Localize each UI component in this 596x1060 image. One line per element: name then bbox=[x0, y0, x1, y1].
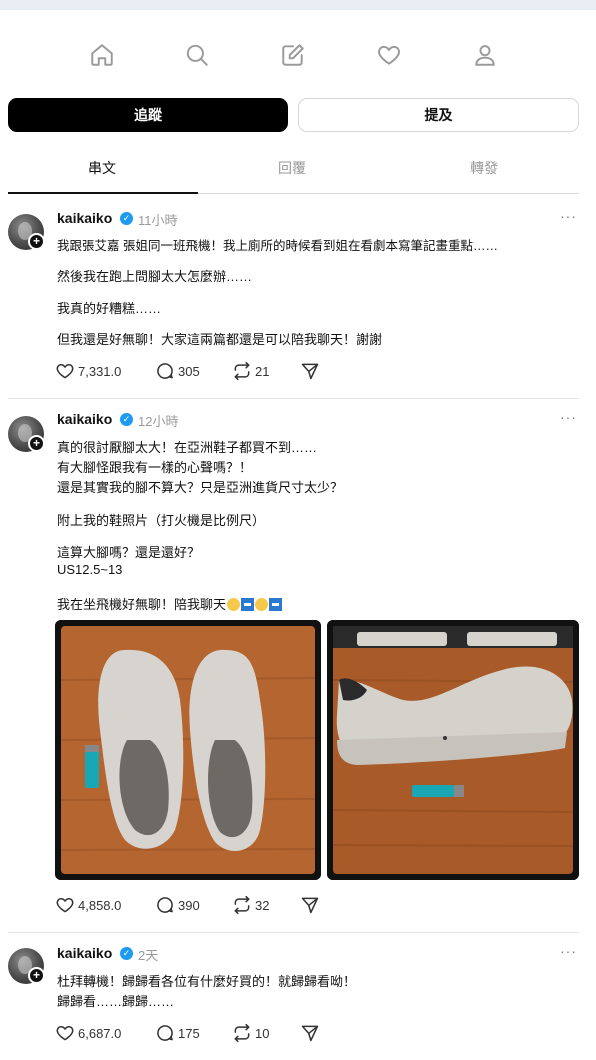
post-photo-shoe-side[interactable] bbox=[327, 620, 579, 880]
repost-icon bbox=[234, 895, 250, 915]
comment-button[interactable]: 390 bbox=[155, 895, 200, 915]
mention-button[interactable]: 提及 bbox=[298, 98, 579, 132]
repost-button[interactable]: 32 bbox=[232, 895, 269, 915]
follow-plus-icon[interactable]: + bbox=[28, 967, 45, 984]
heart-icon bbox=[56, 898, 74, 913]
like-count: 7,331.0 bbox=[78, 363, 122, 379]
follow-plus-icon[interactable]: + bbox=[28, 233, 45, 250]
send-icon bbox=[301, 1025, 319, 1042]
like-button[interactable]: 6,687.0 bbox=[55, 1023, 121, 1043]
blue-emoji-icon bbox=[241, 598, 255, 611]
post-actions: 7,331.0 305 21 bbox=[55, 361, 355, 385]
post-divider bbox=[8, 932, 579, 933]
search-icon[interactable] bbox=[182, 40, 212, 70]
more-options-icon[interactable]: ··· bbox=[560, 943, 577, 959]
comment-icon bbox=[157, 1025, 173, 1041]
post-text: 我在坐飛機好無聊！陪我聊天 bbox=[57, 597, 227, 612]
post-text-line-with-emoji: 我在坐飛機好無聊！陪我聊天 bbox=[57, 594, 283, 613]
blue-emoji-icon bbox=[269, 598, 283, 611]
like-count: 6,687.0 bbox=[78, 1025, 122, 1041]
post-text-line: 附上我的鞋照片（打火機是比例尺） bbox=[57, 513, 266, 528]
post-divider bbox=[8, 398, 579, 399]
username[interactable]: kaikaiko bbox=[57, 945, 112, 961]
verified-badge-icon: ✓ bbox=[120, 212, 133, 225]
comment-count: 175 bbox=[178, 1025, 200, 1041]
top-nav bbox=[0, 30, 596, 80]
send-icon bbox=[301, 363, 319, 380]
share-button[interactable] bbox=[300, 1023, 323, 1043]
post-actions: 6,687.0 175 10 bbox=[55, 1023, 355, 1047]
repost-button[interactable]: 21 bbox=[232, 361, 269, 381]
post-time[interactable]: 2天 bbox=[138, 945, 158, 964]
comment-icon bbox=[157, 897, 173, 913]
post-time[interactable]: 11小時 bbox=[138, 210, 178, 229]
repost-count: 10 bbox=[255, 1025, 270, 1041]
follow-button[interactable]: 追蹤 bbox=[8, 98, 288, 132]
like-count: 4,858.0 bbox=[78, 897, 122, 913]
smile-emoji-icon bbox=[227, 598, 241, 611]
tab-reposts[interactable]: 轉發 bbox=[470, 158, 498, 178]
comment-count: 390 bbox=[178, 897, 200, 913]
repost-icon bbox=[234, 361, 250, 381]
like-button[interactable]: 7,331.0 bbox=[55, 361, 121, 381]
post-text-line: 然後我在跑上問腳太大怎麼辦…… bbox=[57, 269, 253, 284]
post-time[interactable]: 12小時 bbox=[138, 411, 178, 430]
smile-emoji-icon bbox=[255, 598, 269, 611]
more-options-icon[interactable]: ··· bbox=[560, 409, 577, 425]
repost-icon bbox=[234, 1023, 250, 1043]
send-icon bbox=[301, 897, 319, 914]
heart-icon bbox=[56, 1026, 74, 1041]
post-photo-shoes-top[interactable] bbox=[55, 620, 321, 880]
compose-icon[interactable] bbox=[278, 40, 308, 70]
repost-count: 32 bbox=[255, 897, 270, 913]
post-actions: 4,858.0 390 32 bbox=[55, 895, 355, 919]
more-options-icon[interactable]: ··· bbox=[560, 208, 577, 224]
browser-top-strip bbox=[0, 0, 596, 10]
username[interactable]: kaikaiko bbox=[57, 411, 112, 427]
like-button[interactable]: 4,858.0 bbox=[55, 895, 121, 915]
comment-icon bbox=[157, 363, 173, 379]
post-text-line: 歸歸看……歸歸…… bbox=[57, 994, 175, 1009]
username[interactable]: kaikaiko bbox=[57, 210, 112, 226]
post-text-line: 有大腳怪跟我有一樣的心聲嗎？！ bbox=[57, 460, 253, 475]
share-button[interactable] bbox=[300, 361, 323, 381]
post-text-line: 我跟張艾嘉 張姐同一班飛機！我上廁所的時候看到姐在看劇本寫筆記畫重點…… bbox=[57, 239, 498, 253]
post-text-line: 杜拜轉機！歸歸看各位有什麼好買的！就歸歸看呦！ bbox=[57, 974, 357, 989]
post-text-line: 這算大腳嗎？還是還好？ bbox=[57, 545, 201, 560]
home-icon[interactable] bbox=[87, 40, 117, 70]
comment-button[interactable]: 305 bbox=[155, 361, 200, 381]
post-text-line: 我真的好糟糕…… bbox=[57, 301, 162, 316]
active-tab-underline bbox=[8, 192, 198, 194]
heart-icon bbox=[56, 364, 74, 379]
repost-button[interactable]: 10 bbox=[232, 1023, 269, 1043]
profile-tabs: 串文 回覆 轉發 bbox=[8, 150, 579, 194]
comment-button[interactable]: 175 bbox=[155, 1023, 200, 1043]
post-text-line: 但我還是好無聊！大家這兩篇都還是可以陪我聊天！謝謝 bbox=[57, 332, 383, 347]
verified-badge-icon: ✓ bbox=[120, 413, 133, 426]
post-text-line: US12.5~13 bbox=[57, 562, 123, 577]
tab-threads[interactable]: 串文 bbox=[88, 158, 116, 178]
heart-icon[interactable] bbox=[374, 40, 404, 70]
follow-plus-icon[interactable]: + bbox=[28, 435, 45, 452]
comment-count: 305 bbox=[178, 363, 200, 379]
post-text-line: 真的很討厭腳太大！在亞洲鞋子都買不到…… bbox=[57, 440, 318, 455]
verified-badge-icon: ✓ bbox=[120, 947, 133, 960]
tab-replies[interactable]: 回覆 bbox=[278, 158, 306, 178]
share-button[interactable] bbox=[300, 895, 323, 915]
post-text-line: 還是其實我的腳不算大？只是亞洲進貨尺寸太少？ bbox=[57, 480, 344, 495]
profile-icon[interactable] bbox=[470, 40, 500, 70]
repost-count: 21 bbox=[255, 363, 270, 379]
